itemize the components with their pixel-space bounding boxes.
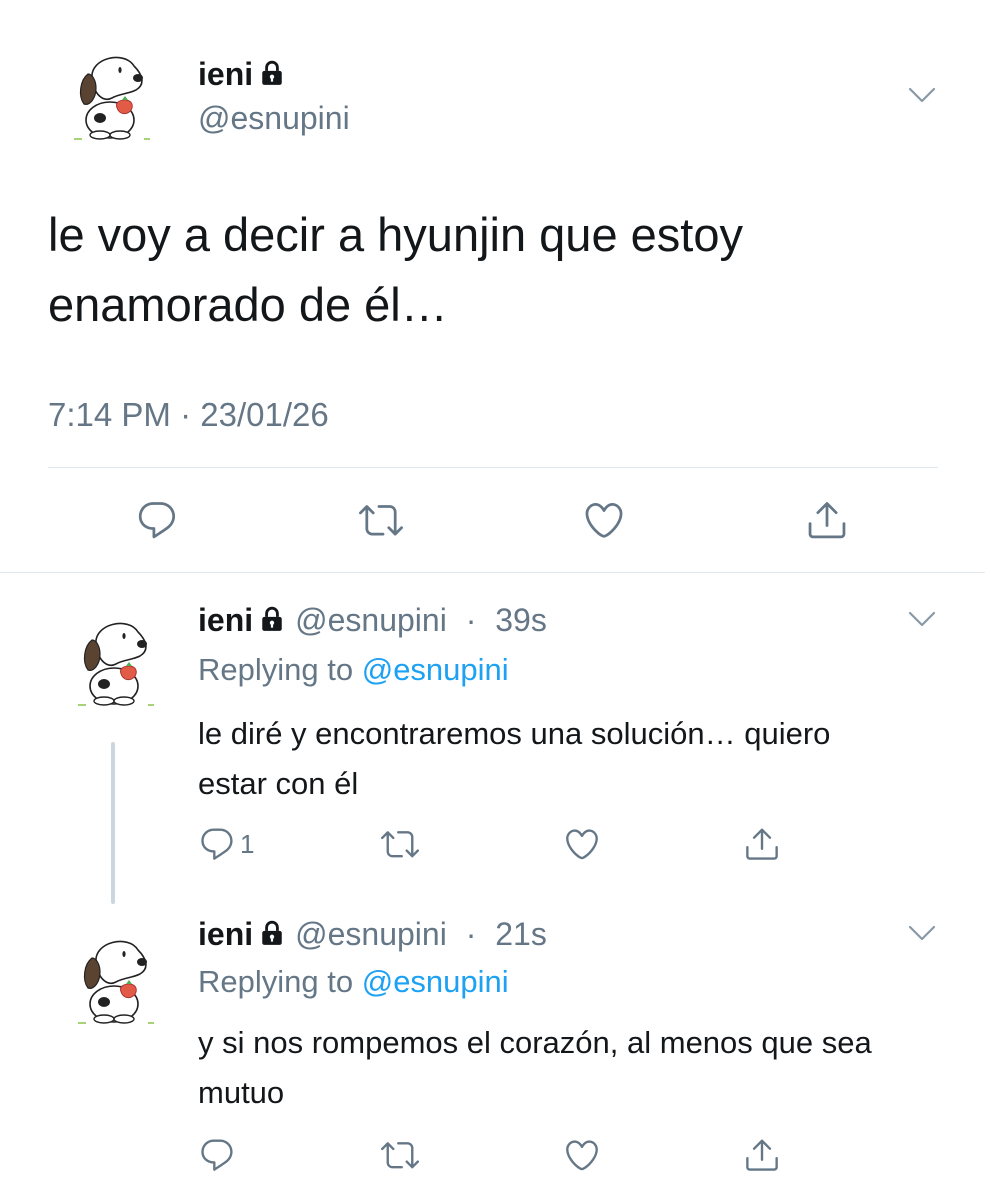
reply-icon [198,1136,236,1174]
chevron-down-icon[interactable] [908,924,936,942]
tweet-text: le voy a decir a hyunjin que estoy enamo… [48,208,743,331]
dot-separator: · [456,602,486,638]
replying-to-label: Replying to [198,964,362,999]
snoopy-avatar[interactable] [66,928,166,1028]
replying-to-link[interactable]: @esnupini [362,652,509,687]
replying-to-label: Replying to [198,652,362,687]
reply-button[interactable]: 1 [198,825,254,863]
divider [48,467,938,468]
tweet-time: 7:14 PM [48,396,171,433]
retweet-icon [381,1136,419,1174]
like-button[interactable] [582,498,626,542]
replying-to: Replying to @esnupini [198,964,509,1000]
retweet-icon [359,498,403,542]
snoopy-avatar[interactable] [66,610,166,710]
display-name[interactable]: ieni [198,56,253,92]
like-button[interactable] [563,1136,601,1174]
reply-header: ieni @esnupini · 39s [198,602,547,639]
share-button[interactable] [743,825,781,863]
share-button[interactable] [743,1136,781,1174]
heart-icon [582,498,626,542]
time-ago[interactable]: 21s [495,916,547,952]
time-separator: · [170,396,201,433]
chevron-down-icon[interactable] [908,610,936,628]
retweet-button[interactable] [381,1136,419,1174]
retweet-button[interactable] [381,825,419,863]
reply-icon [198,825,236,863]
reply-text: le diré y encontraremos una solución… qu… [198,716,831,801]
author-handle[interactable]: @esnupini [295,916,447,952]
heart-icon [563,825,601,863]
share-icon [743,1136,781,1174]
reply-header: ieni @esnupini · 21s [198,916,547,953]
replying-to: Replying to @esnupini [198,652,509,688]
share-button[interactable] [805,498,849,542]
timestamp[interactable]: 7:14 PM · 23/01/26 [48,396,329,434]
author-handle[interactable]: @esnupini [295,602,447,638]
retweet-icon [381,825,419,863]
reply-button[interactable] [198,1136,236,1174]
lock-icon [259,59,285,87]
section-divider [0,572,985,573]
share-icon [805,498,849,542]
tweet-date: 23/01/26 [200,396,329,433]
author-handle[interactable]: @esnupini [198,100,350,137]
snoopy-avatar[interactable] [62,44,162,144]
retweet-button[interactable] [359,498,403,542]
like-button[interactable] [563,825,601,863]
reply-button[interactable] [135,498,179,542]
time-ago[interactable]: 39s [495,602,547,638]
heart-icon [563,1136,601,1174]
display-name[interactable]: ieni [198,916,253,952]
thread-line [111,742,115,904]
chevron-down-icon[interactable] [908,86,936,104]
lock-icon [259,605,285,633]
lock-icon [259,919,285,947]
display-name[interactable]: ieni [198,602,253,638]
share-icon [743,825,781,863]
replying-to-link[interactable]: @esnupini [362,964,509,999]
reply-count: 1 [240,828,255,859]
author-name-row: ieni [198,56,285,93]
reply-text: y si nos rompemos el corazón, al menos q… [198,1025,872,1110]
reply-icon [135,498,179,542]
dot-separator: · [456,916,486,952]
